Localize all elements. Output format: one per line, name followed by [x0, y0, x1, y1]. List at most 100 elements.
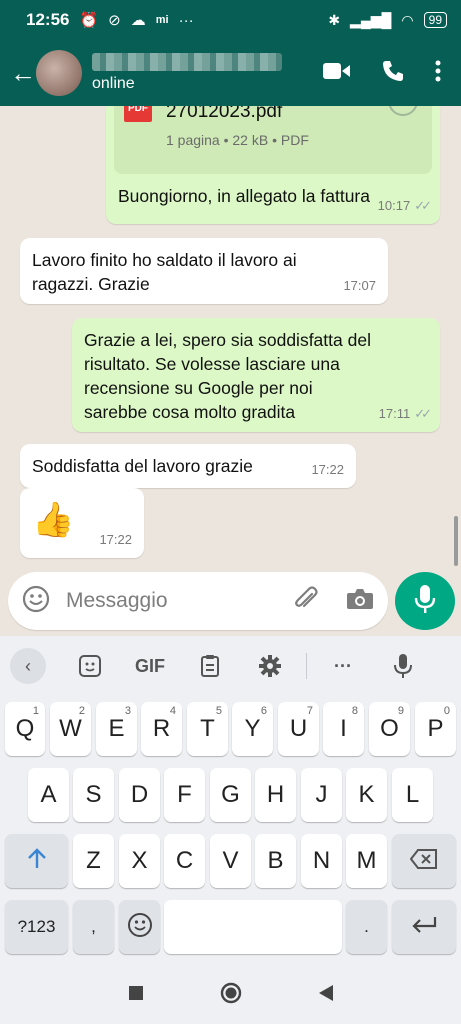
- back-arrow-icon[interactable]: ←: [0, 58, 36, 89]
- more-notifications-icon: ···: [178, 11, 194, 29]
- message-incoming-emoji[interactable]: 👍 17:22: [20, 488, 144, 558]
- message-outgoing-pdf[interactable]: PDF 27012023.pdf 1 pagina • 22 kB • PDF …: [106, 106, 440, 224]
- battery-icon: 99: [423, 12, 447, 28]
- bluetooth-icon: ✱: [328, 11, 341, 28]
- enter-key[interactable]: [392, 900, 456, 954]
- message-time: 17:22: [99, 532, 132, 547]
- message-incoming[interactable]: Soddisfatta del lavoro grazie 17:22: [20, 444, 356, 488]
- contact-name-pixelated: [92, 53, 282, 71]
- read-ticks-icon: ✓✓: [414, 198, 432, 213]
- download-icon[interactable]: [388, 106, 418, 116]
- key-n[interactable]: N: [301, 834, 342, 888]
- pdf-file-name: 27012023.pdf: [166, 106, 283, 122]
- key-a[interactable]: A: [28, 768, 69, 822]
- key-q[interactable]: Q1: [5, 702, 45, 756]
- key-e[interactable]: E3: [96, 702, 137, 756]
- more-horizontal-icon[interactable]: ···: [313, 656, 373, 677]
- key-s[interactable]: S: [73, 768, 114, 822]
- keyboard-row-1: Q1 W2 E3 R4 T5 Y6 U7 I8 O9 P0: [0, 702, 461, 758]
- message-time: 10:17: [377, 198, 411, 213]
- message-incoming[interactable]: Lavoro finito ho saldato il lavoro ai ra…: [20, 238, 388, 304]
- keyboard-row-2: A S D F G H J K L: [0, 768, 461, 824]
- signal-icon: ▂▄▆█: [350, 11, 392, 28]
- message-text-line: ragazzi. Grazie: [32, 274, 150, 294]
- emoji-smiley-icon: [127, 912, 153, 943]
- avatar[interactable]: [36, 50, 82, 96]
- gif-button[interactable]: GIF: [120, 656, 180, 677]
- key-j[interactable]: J: [301, 768, 342, 822]
- message-outgoing[interactable]: Grazie a lei, spero sia soddisfatta del …: [72, 318, 440, 432]
- key-o[interactable]: O9: [369, 702, 410, 756]
- system-navigation-bar: [0, 966, 461, 1024]
- blocked-icon: ⊘: [108, 12, 121, 29]
- space-bar[interactable]: [164, 900, 342, 954]
- status-bar: 12:56 ⏰ ⊘ ☁ mi ··· ✱ ▂▄▆█ ◠ 99: [0, 0, 461, 40]
- microphone-icon: [414, 584, 436, 619]
- key-y[interactable]: Y6: [232, 702, 273, 756]
- video-call-icon[interactable]: [323, 61, 351, 86]
- read-ticks-icon: ✓✓: [414, 406, 432, 421]
- key-l[interactable]: L: [392, 768, 433, 822]
- key-k[interactable]: K: [346, 768, 387, 822]
- emoji-icon[interactable]: [22, 585, 50, 618]
- backspace-key[interactable]: [392, 834, 456, 888]
- message-input-placeholder[interactable]: Messaggio: [66, 589, 168, 613]
- camera-icon[interactable]: [346, 587, 374, 616]
- key-g[interactable]: G: [210, 768, 251, 822]
- keyboard: ‹ GIF ··· Q1 W2 E3 R4 T5 Y6 U7 I8 O9 P0 …: [0, 636, 461, 966]
- shift-key[interactable]: [5, 834, 68, 888]
- message-time: 17:11: [378, 406, 411, 421]
- pdf-attachment[interactable]: PDF 27012023.pdf 1 pagina • 22 kB • PDF: [114, 106, 432, 174]
- recent-apps-square-icon[interactable]: [128, 985, 144, 1006]
- message-input-box[interactable]: Messaggio: [8, 572, 388, 630]
- key-m[interactable]: M: [346, 834, 387, 888]
- shift-arrow-icon: [27, 847, 47, 875]
- message-text: Soddisfatta del lavoro grazie: [32, 456, 253, 476]
- key-v[interactable]: V: [210, 834, 251, 888]
- keyboard-row-3: Z X C V B N M: [0, 834, 461, 890]
- contact-info[interactable]: online: [92, 53, 282, 93]
- alarm-icon: ⏰: [79, 12, 99, 29]
- scrollbar[interactable]: [454, 516, 458, 566]
- message-text-line: sarebbe cosa molto gradita: [84, 402, 296, 422]
- attach-paperclip-icon[interactable]: [292, 585, 320, 618]
- period-key[interactable]: .: [346, 900, 387, 954]
- pdf-file-icon: PDF: [124, 106, 152, 122]
- more-options-icon[interactable]: [435, 60, 441, 87]
- key-c[interactable]: C: [164, 834, 205, 888]
- message-time: 17:22: [311, 462, 344, 477]
- key-w[interactable]: W2: [50, 702, 91, 756]
- key-i[interactable]: I8: [323, 702, 364, 756]
- voice-record-button[interactable]: [395, 572, 455, 630]
- notification-icons: ⏰ ⊘ ☁ mi ···: [79, 11, 194, 30]
- backspace-icon: [409, 848, 438, 874]
- key-r[interactable]: R4: [141, 702, 182, 756]
- key-b[interactable]: B: [255, 834, 296, 888]
- message-time: 17:07: [343, 278, 376, 293]
- message-composer: Messaggio: [0, 568, 461, 636]
- chat-area[interactable]: PDF 27012023.pdf 1 pagina • 22 kB • PDF …: [0, 106, 461, 636]
- numbers-symbols-key[interactable]: ?123: [5, 900, 68, 954]
- message-text-line: Lavoro finito ho saldato il lavoro ai: [32, 250, 297, 270]
- key-x[interactable]: X: [119, 834, 160, 888]
- chevron-left-icon[interactable]: ‹: [10, 648, 46, 684]
- key-p[interactable]: P0: [415, 702, 456, 756]
- wifi-icon: ◠: [401, 11, 414, 28]
- key-u[interactable]: U7: [278, 702, 319, 756]
- voice-input-microphone-icon[interactable]: [373, 653, 433, 679]
- sticker-icon[interactable]: [60, 654, 120, 678]
- settings-gear-icon[interactable]: [240, 654, 300, 678]
- key-h[interactable]: H: [255, 768, 296, 822]
- key-t[interactable]: T5: [187, 702, 228, 756]
- key-f[interactable]: F: [164, 768, 205, 822]
- key-d[interactable]: D: [119, 768, 160, 822]
- enter-arrow-icon: [411, 916, 437, 939]
- phone-call-icon[interactable]: [381, 59, 405, 88]
- back-triangle-icon[interactable]: [318, 984, 334, 1007]
- clipboard-icon[interactable]: [180, 654, 240, 678]
- home-circle-icon[interactable]: [220, 982, 242, 1009]
- comma-key[interactable]: ,: [73, 900, 114, 954]
- emoji-key[interactable]: [119, 900, 160, 954]
- toolbar-divider: [306, 653, 307, 679]
- key-z[interactable]: Z: [73, 834, 114, 888]
